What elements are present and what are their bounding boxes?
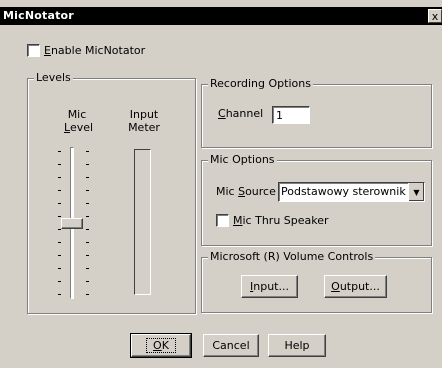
recording-options-title: Recording Options xyxy=(208,77,313,90)
channel-input[interactable]: 1 xyxy=(272,106,310,124)
micnotator-dialog: MicNotator x Enable MicNotator Levels Mi… xyxy=(0,0,442,368)
ok-button[interactable]: OK xyxy=(130,333,192,358)
dropdown-arrow-icon[interactable]: ▼ xyxy=(408,183,424,201)
levels-group: Levels Mic Level Input Meter xyxy=(27,71,196,314)
channel-label: Channel xyxy=(218,107,264,120)
input-meter xyxy=(134,149,151,295)
mic-level-slider-thumb[interactable] xyxy=(61,218,83,229)
title-bar[interactable]: MicNotator x xyxy=(0,7,442,25)
mic-options-title: Mic Options xyxy=(208,153,277,166)
channel-value: 1 xyxy=(276,109,283,122)
volume-controls-group: Microsoft (R) Volume Controls Input... O… xyxy=(201,250,432,313)
enable-checkbox-label: Enable MicNotator xyxy=(44,44,146,57)
mic-thru-checkbox-box[interactable] xyxy=(216,214,229,227)
close-button[interactable]: x xyxy=(428,9,442,23)
levels-group-title: Levels xyxy=(34,71,73,84)
enable-micnotator-checkbox[interactable]: Enable MicNotator xyxy=(27,44,145,57)
output-button[interactable]: Output... xyxy=(324,275,387,298)
cancel-button[interactable]: Cancel xyxy=(203,334,259,357)
mic-thru-speaker-checkbox[interactable]: Mic Thru Speaker xyxy=(216,214,329,227)
input-meter-label: Input Meter xyxy=(128,108,160,134)
help-button[interactable]: Help xyxy=(268,334,326,357)
enable-checkbox-box[interactable] xyxy=(27,44,40,57)
mic-level-label: Mic Level xyxy=(64,108,94,134)
mic-source-select[interactable]: Podstawowy sterownik pr ▼ xyxy=(278,182,425,202)
mic-options-group: Mic Options Mic Source Podstawowy sterow… xyxy=(201,153,432,246)
mic-source-label: Mic Source xyxy=(216,185,276,198)
recording-options-group: Recording Options Channel 1 xyxy=(201,77,432,148)
mic-source-value: Podstawowy sterownik pr xyxy=(281,185,415,198)
window-title: MicNotator xyxy=(3,9,74,22)
volume-controls-title: Microsoft (R) Volume Controls xyxy=(208,250,376,263)
mic-thru-label: Mic Thru Speaker xyxy=(233,214,329,227)
input-button[interactable]: Input... xyxy=(241,275,298,298)
